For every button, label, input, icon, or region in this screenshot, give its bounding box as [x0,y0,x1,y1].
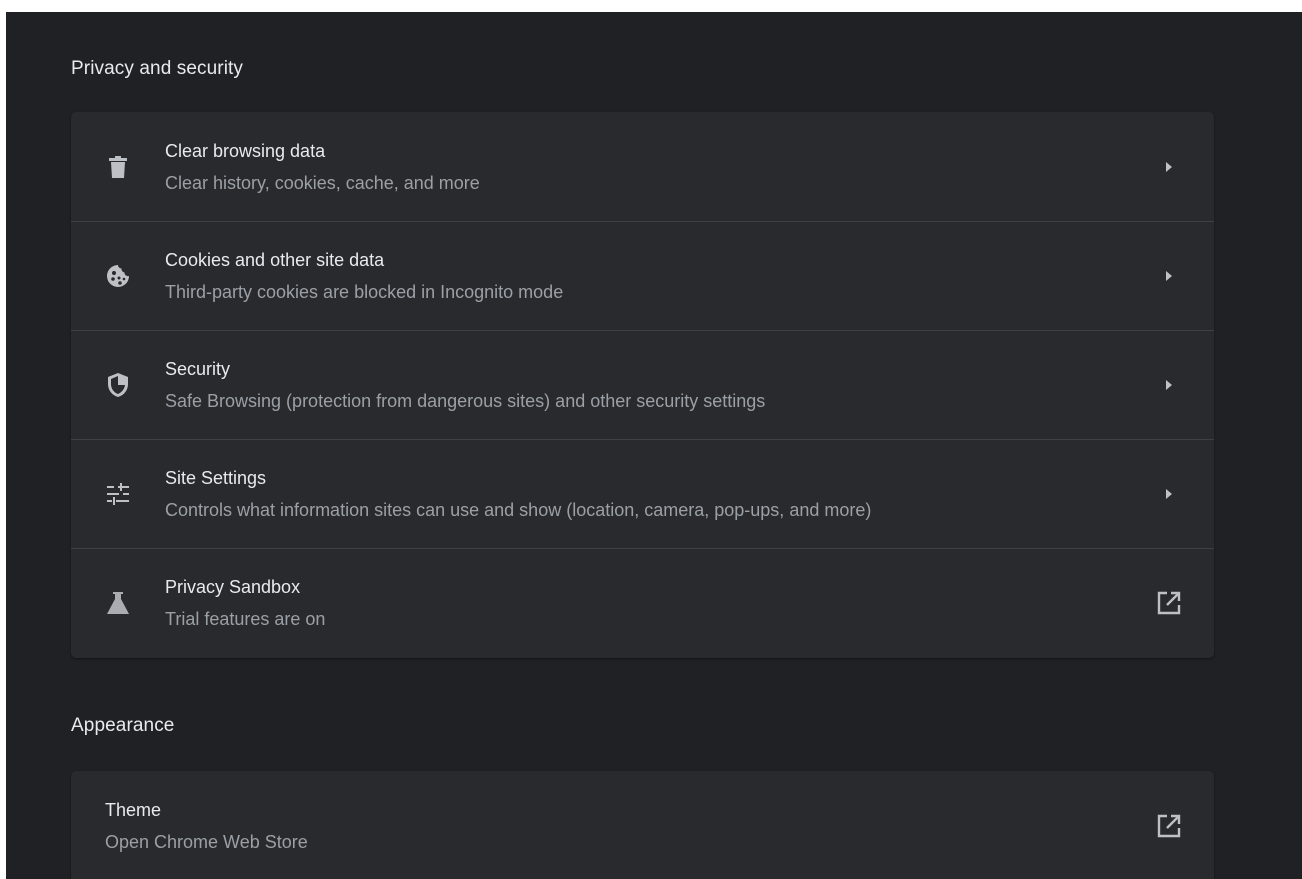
shield-icon [71,372,165,398]
external-link-icon[interactable] [1124,590,1214,616]
arrow-right-icon [1124,379,1214,391]
external-link-icon[interactable] [1124,813,1214,839]
privacy-sandbox-text: Privacy Sandbox Trial features are on [165,575,1124,631]
row-title: Privacy Sandbox [165,577,301,597]
arrow-right-icon [1124,270,1214,282]
row-title: Cookies and other site data [165,250,385,270]
row-subtitle: Open Chrome Web Store [105,831,308,852]
flask-icon [71,591,165,615]
top-edge [6,6,1302,12]
row-title: Site Settings [165,468,267,488]
site-settings-text: Site Settings Controls what information … [165,466,1124,522]
row-title: Theme [105,799,162,820]
tune-icon [71,483,165,505]
trash-icon [71,155,165,179]
row-subtitle: Safe Browsing (protection from dangerous… [165,391,766,411]
privacy-and-security-card: Clear browsing data Clear history, cooki… [71,112,1214,658]
section-title-appearance: Appearance [71,715,175,736]
clear-browsing-data-row[interactable]: Clear browsing data Clear history, cooki… [71,112,1214,221]
arrow-right-icon [1124,488,1214,500]
row-title: Security [165,359,231,379]
cookies-text: Cookies and other site data Third-party … [165,248,1124,304]
settings-page: Privacy and security Clear browsing data… [6,6,1302,879]
row-subtitle: Trial features are on [165,609,326,629]
security-row[interactable]: Security Safe Browsing (protection from … [71,330,1214,439]
row-title: Clear browsing data [165,140,326,161]
cookies-and-other-site-data-row[interactable]: Cookies and other site data Third-party … [71,221,1214,330]
section-title-privacy-and-security: Privacy and security [71,58,244,79]
row-subtitle: Clear history, cookies, cache, and more [165,172,480,193]
row-subtitle: Third-party cookies are blocked in Incog… [165,282,564,302]
site-settings-row[interactable]: Site Settings Controls what information … [71,439,1214,548]
arrow-right-icon [1124,161,1214,173]
privacy-sandbox-row[interactable]: Privacy Sandbox Trial features are on [71,548,1214,657]
clear-browsing-data-text: Clear browsing data Clear history, cooki… [165,139,1124,195]
row-subtitle: Controls what information sites can use … [165,500,872,520]
cookie-icon [71,263,165,289]
security-text: Security Safe Browsing (protection from … [165,357,1124,413]
theme-row[interactable]: Theme Open Chrome Web Store [71,771,1214,879]
theme-text: Theme Open Chrome Web Store [71,798,1124,854]
appearance-card: Theme Open Chrome Web Store [71,771,1214,879]
